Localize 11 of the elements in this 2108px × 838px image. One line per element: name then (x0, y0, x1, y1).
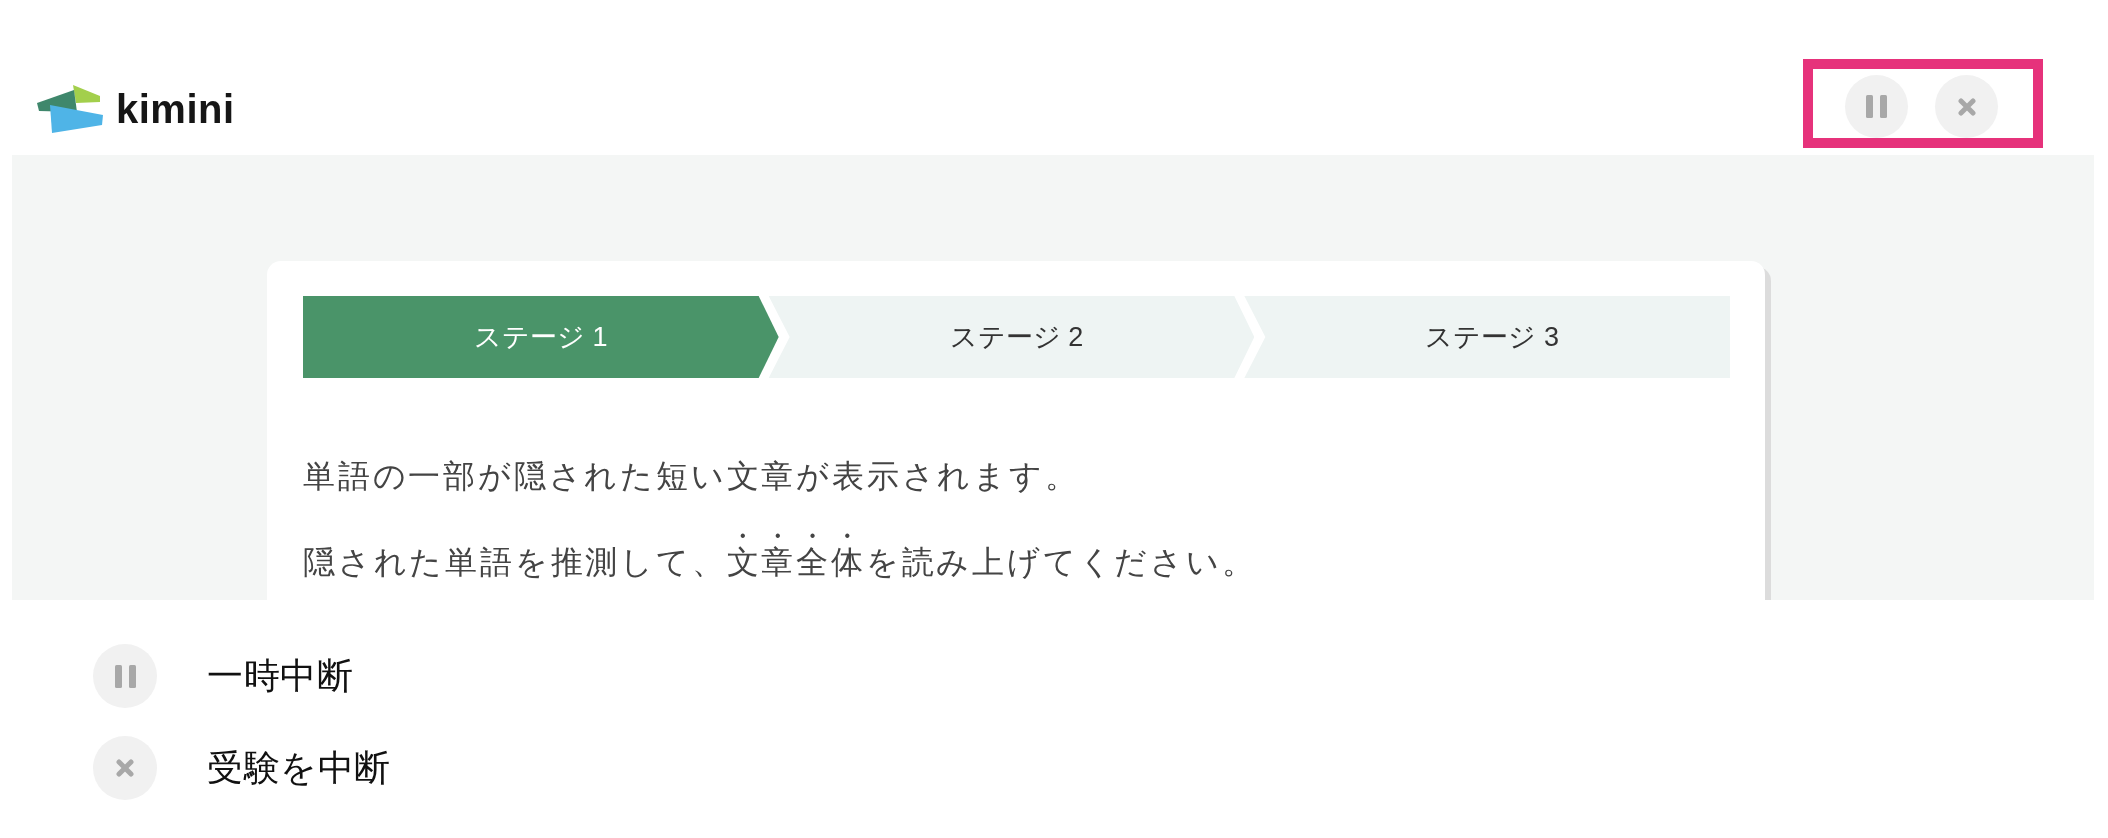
legend-label: 受験を中断 (207, 746, 391, 790)
pause-icon (1866, 95, 1887, 118)
stage-step: ステージ 2 (768, 296, 1255, 378)
instruction-paragraph: 隠された単語を推測して、文章全体 を読み上げてください。 (303, 543, 1257, 582)
logo-text: kimini (116, 89, 235, 129)
logo-icon (36, 84, 104, 134)
stage-step: ステージ 3 (1244, 296, 1730, 378)
instruction-paragraph: 単語の一部が隠された短い文章が表示されます。 (303, 457, 1080, 496)
stage-step: ステージ 1 (303, 296, 779, 378)
legend-label: 一時中断 (207, 654, 353, 698)
close-icon (1957, 97, 1976, 116)
